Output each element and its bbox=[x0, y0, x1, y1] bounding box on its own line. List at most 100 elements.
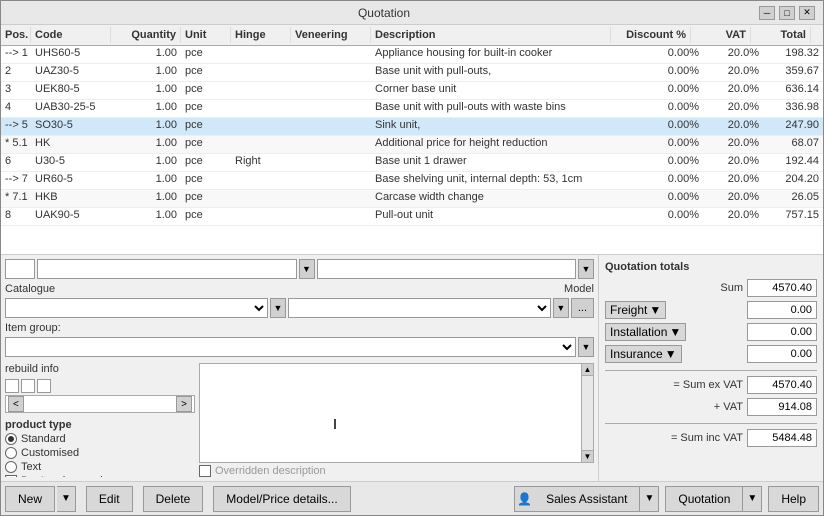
row-desc: Corner base unit bbox=[371, 82, 623, 99]
sum-value: 4570.40 bbox=[747, 279, 817, 297]
model-select[interactable] bbox=[288, 298, 551, 318]
filter-dropdown-1[interactable]: ▼ bbox=[299, 259, 315, 279]
col-vat: VAT bbox=[691, 27, 751, 43]
installation-dropdown-btn[interactable]: Installation ▼ bbox=[605, 323, 686, 341]
maximize-button[interactable]: □ bbox=[779, 6, 795, 20]
table-row[interactable]: 2 UAZ30-5 1.00 pce Base unit with pull-o… bbox=[1, 64, 823, 82]
row-unit: pce bbox=[181, 190, 231, 207]
sales-assistant-dropdown[interactable]: ▼ bbox=[640, 486, 659, 512]
insurance-dropdown-btn[interactable]: Insurance ▼ bbox=[605, 345, 682, 363]
row-vat: 20.0% bbox=[703, 172, 763, 189]
close-button[interactable]: ✕ bbox=[799, 6, 815, 20]
thumb-prev-btn[interactable]: < bbox=[8, 396, 24, 412]
table-row[interactable]: --> 1 UHS60-5 1.00 pce Appliance housing… bbox=[1, 46, 823, 64]
item-group-select[interactable] bbox=[5, 337, 576, 357]
row-desc: Carcase width change bbox=[371, 190, 623, 207]
thumb-next-btn[interactable]: > bbox=[176, 396, 192, 412]
row-pos: 8 bbox=[1, 208, 31, 225]
model-extra-btn[interactable]: ... bbox=[571, 298, 594, 318]
filter-input-1[interactable] bbox=[5, 259, 35, 279]
freight-value: 0.00 bbox=[747, 301, 817, 319]
row-pos: --> 5 bbox=[1, 118, 31, 135]
model-dropdown-btn[interactable]: ▼ bbox=[553, 298, 569, 318]
new-dropdown-btn[interactable]: ▼ bbox=[57, 486, 76, 512]
row-qty: 1.00 bbox=[111, 208, 181, 225]
table-row[interactable]: * 5.1 HK 1.00 pce Additional price for h… bbox=[1, 136, 823, 154]
dont-order-checkbox[interactable] bbox=[5, 475, 17, 477]
person-icon[interactable]: 👤 bbox=[514, 486, 534, 512]
row-discount: 0.00% bbox=[623, 100, 703, 117]
row-hinge bbox=[231, 82, 291, 99]
quotation-dropdown[interactable]: ▼ bbox=[743, 486, 762, 512]
row-pos: --> 7 bbox=[1, 172, 31, 189]
row-unit: pce bbox=[181, 136, 231, 153]
vertical-scrollbar[interactable]: ▲ ▼ bbox=[582, 363, 594, 463]
row-desc: Appliance housing for built-in cooker bbox=[371, 46, 623, 63]
installation-label: Installation bbox=[610, 325, 667, 339]
rebuild-boxes-row bbox=[5, 379, 195, 393]
scroll-down-btn[interactable]: ▼ bbox=[582, 450, 593, 462]
overridden-checkbox[interactable] bbox=[199, 465, 211, 477]
table-row[interactable]: 3 UEK80-5 1.00 pce Corner base unit 0.00… bbox=[1, 82, 823, 100]
freight-dropdown-btn[interactable]: Freight ▼ bbox=[605, 301, 666, 319]
delete-button[interactable]: Delete bbox=[143, 486, 204, 512]
row-hinge bbox=[231, 136, 291, 153]
row-vat: 20.0% bbox=[703, 154, 763, 171]
minimize-button[interactable]: ─ bbox=[759, 6, 775, 20]
quotation-label: Quotation bbox=[678, 492, 730, 506]
row-code: HK bbox=[31, 136, 111, 153]
row-hinge bbox=[231, 118, 291, 135]
filter-input-3[interactable] bbox=[317, 259, 577, 279]
cursor-indicator bbox=[330, 419, 340, 433]
row-unit: pce bbox=[181, 46, 231, 63]
radio-customised[interactable] bbox=[5, 447, 17, 459]
radio-customised-label: Customised bbox=[21, 447, 79, 459]
row-veneering bbox=[291, 64, 371, 81]
row-pos: --> 1 bbox=[1, 46, 31, 63]
row-vat: 20.0% bbox=[703, 136, 763, 153]
row-hinge bbox=[231, 100, 291, 117]
row-veneering bbox=[291, 136, 371, 153]
window-controls: ─ □ ✕ bbox=[759, 6, 815, 20]
row-code: UR60-5 bbox=[31, 172, 111, 189]
row-total: 204.20 bbox=[763, 172, 823, 189]
radio-text[interactable] bbox=[5, 461, 17, 473]
scroll-up-btn[interactable]: ▲ bbox=[582, 364, 593, 376]
insurance-value: 0.00 bbox=[747, 345, 817, 363]
row-qty: 1.00 bbox=[111, 82, 181, 99]
table-body[interactable]: --> 1 UHS60-5 1.00 pce Appliance housing… bbox=[1, 46, 823, 254]
quotation-button[interactable]: Quotation bbox=[665, 486, 743, 512]
rebuild-box-1 bbox=[5, 379, 19, 393]
table-row[interactable]: 6 U30-5 1.00 pce Right Base unit 1 drawe… bbox=[1, 154, 823, 172]
row-discount: 0.00% bbox=[623, 154, 703, 171]
edit-area: rebuild info < > bbox=[5, 363, 594, 477]
filter-dropdown-2[interactable]: ▼ bbox=[578, 259, 594, 279]
table-row[interactable]: 4 UAB30-25-5 1.00 pce Base unit with pul… bbox=[1, 100, 823, 118]
totals-label: Quotation totals bbox=[605, 261, 817, 273]
content-canvas[interactable] bbox=[199, 363, 582, 463]
radio-standard[interactable] bbox=[5, 433, 17, 445]
insurance-label: Insurance bbox=[610, 347, 663, 361]
catalogue-select[interactable] bbox=[5, 298, 268, 318]
model-price-label: Model/Price details... bbox=[226, 492, 337, 506]
edit-button[interactable]: Edit bbox=[86, 486, 133, 512]
filter-input-2[interactable] bbox=[37, 259, 297, 279]
item-group-dropdown-btn[interactable]: ▼ bbox=[578, 337, 594, 357]
row-desc: Sink unit, bbox=[371, 118, 623, 135]
row-qty: 1.00 bbox=[111, 154, 181, 171]
table-row[interactable]: * 7.1 HKB 1.00 pce Carcase width change … bbox=[1, 190, 823, 208]
row-desc: Base unit with pull-outs, bbox=[371, 64, 623, 81]
row-code: U30-5 bbox=[31, 154, 111, 171]
sales-assistant-button[interactable]: Sales Assistant bbox=[534, 486, 640, 512]
row-vat: 20.0% bbox=[703, 100, 763, 117]
table-row[interactable]: --> 5 SO30-5 1.00 pce Sink unit, 0.00% 2… bbox=[1, 118, 823, 136]
freight-label: Freight bbox=[610, 303, 647, 317]
new-button[interactable]: New bbox=[5, 486, 55, 512]
table-row[interactable]: --> 7 UR60-5 1.00 pce Base shelving unit… bbox=[1, 172, 823, 190]
help-button[interactable]: Help bbox=[768, 486, 819, 512]
model-price-button[interactable]: Model/Price details... bbox=[213, 486, 350, 512]
insurance-row: Insurance ▼ 0.00 bbox=[605, 345, 817, 363]
table-row[interactable]: 8 UAK90-5 1.00 pce Pull-out unit 0.00% 2… bbox=[1, 208, 823, 226]
catalogue-select-row: ▼ ▼ ... bbox=[5, 298, 594, 318]
catalogue-dropdown-btn[interactable]: ▼ bbox=[270, 298, 286, 318]
